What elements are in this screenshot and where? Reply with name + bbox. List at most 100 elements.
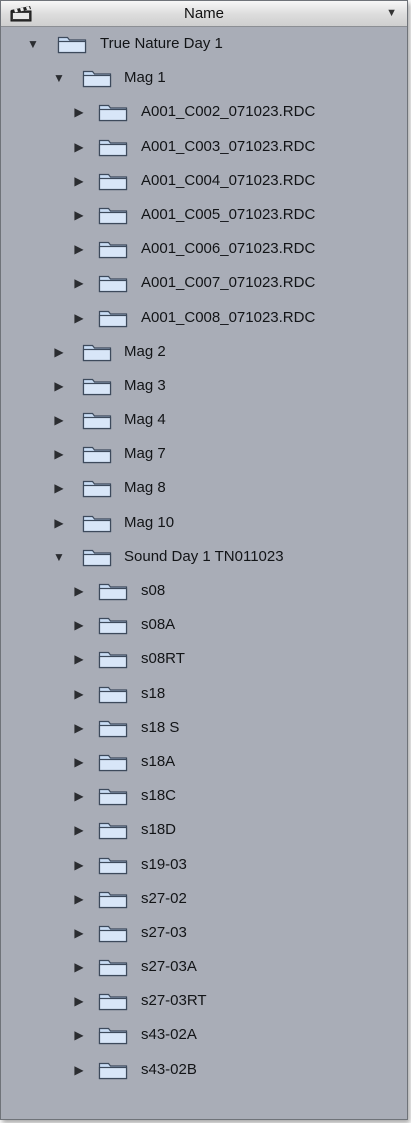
tree-row-label: s27-03A	[141, 958, 197, 976]
disclosure-collapsed-icon[interactable]: ▶	[73, 312, 85, 324]
tree-row[interactable]: ▶ s43-02A	[1, 1018, 407, 1052]
tree-row[interactable]: ▶ s18	[1, 677, 407, 711]
tree-row[interactable]: ▶ A001_C002_071023.RDC	[1, 95, 407, 129]
folder-icon	[98, 1028, 128, 1045]
folder-icon	[82, 71, 112, 88]
name-column-header[interactable]: Name ▼	[1, 1, 407, 27]
tree-row-label: Mag 3	[124, 376, 166, 394]
tree-row[interactable]: ▼ True Nature Day 1	[1, 27, 407, 61]
tree-row[interactable]: ▶ A001_C004_071023.RDC	[1, 164, 407, 198]
tree-row[interactable]: ▶ Mag 2	[1, 335, 407, 369]
tree-row[interactable]: ▶ Mag 8	[1, 471, 407, 505]
tree-row-label: A001_C002_071023.RDC	[141, 103, 316, 121]
disclosure-collapsed-icon[interactable]: ▶	[73, 585, 85, 597]
tree-row[interactable]: ▶ Mag 4	[1, 403, 407, 437]
tree-row-label: s08	[141, 582, 166, 599]
tree-row-label: Mag 4	[124, 411, 166, 429]
disclosure-collapsed-icon[interactable]: ▶	[73, 824, 85, 836]
disclosure-collapsed-icon[interactable]: ▶	[73, 790, 85, 802]
disclosure-collapsed-icon[interactable]: ▶	[73, 175, 85, 187]
disclosure-collapsed-icon[interactable]: ▶	[73, 893, 85, 905]
disclosure-collapsed-icon[interactable]: ▶	[53, 346, 65, 358]
disclosure-collapsed-icon[interactable]: ▶	[73, 277, 85, 289]
file-tree: ▼ True Nature Day 1 ▼ Mag 1 ▶ A001_C002_07102…	[1, 27, 407, 1087]
tree-row-label: s27-03	[141, 923, 187, 941]
folder-icon	[82, 515, 112, 532]
tree-row[interactable]: ▶ Mag 10	[1, 506, 407, 540]
tree-row-label: s18C	[141, 787, 177, 805]
folder-icon	[82, 378, 112, 395]
tree-row-label: s18A	[141, 752, 176, 770]
tree-row-label: A001_C007_071023.RDC	[141, 274, 316, 292]
tree-row[interactable]: ▼ Mag 1	[1, 61, 407, 95]
disclosure-expanded-icon[interactable]: ▼	[53, 72, 65, 84]
tree-row-label: s27-03RT	[141, 992, 207, 1010]
tree-row-label: s18D	[141, 821, 177, 839]
tree-row[interactable]: ▶ s08	[1, 574, 407, 608]
tree-row[interactable]: ▶ s27-03A	[1, 950, 407, 984]
disclosure-collapsed-icon[interactable]: ▶	[73, 619, 85, 631]
folder-icon	[82, 344, 112, 361]
disclosure-collapsed-icon[interactable]: ▶	[73, 106, 85, 118]
tree-row[interactable]: ▶ s18C	[1, 779, 407, 813]
tree-row[interactable]: ▶ s27-03RT	[1, 984, 407, 1018]
disclosure-collapsed-icon[interactable]: ▶	[53, 380, 65, 392]
tree-row[interactable]: ▶ Mag 7	[1, 437, 407, 471]
tree-row[interactable]: ▶ s43-02B	[1, 1053, 407, 1087]
tree-row-label: A001_C008_071023.RDC	[141, 308, 316, 326]
tree-row[interactable]: ▶ A001_C006_071023.RDC	[1, 232, 407, 266]
folder-icon	[98, 686, 128, 703]
tree-row[interactable]: ▶ s27-03	[1, 916, 407, 950]
folder-icon	[98, 1062, 128, 1079]
tree-row[interactable]: ▶ A001_C005_071023.RDC	[1, 198, 407, 232]
tree-row[interactable]: ▶ s27-02	[1, 882, 407, 916]
folder-icon	[98, 583, 128, 601]
folder-icon	[57, 36, 87, 54]
folder-icon	[98, 207, 128, 225]
disclosure-collapsed-icon[interactable]: ▶	[73, 961, 85, 973]
tree-row-label: Sound Day 1 TN011023	[124, 547, 284, 565]
tree-row-label: s27-02	[141, 889, 187, 907]
folder-icon	[98, 139, 128, 156]
tree-row-label: s19-03	[141, 855, 187, 873]
disclosure-collapsed-icon[interactable]: ▶	[73, 243, 85, 255]
disclosure-collapsed-icon[interactable]: ▶	[73, 859, 85, 871]
disclosure-collapsed-icon[interactable]: ▶	[73, 688, 85, 700]
tree-row[interactable]: ▶ A001_C007_071023.RDC	[1, 266, 407, 300]
triangle-down-icon[interactable]: ▼	[386, 1, 397, 26]
tree-row[interactable]: ▼ Sound Day 1 TN011023	[1, 540, 407, 574]
tree-row-label: Mag 2	[124, 342, 166, 360]
disclosure-collapsed-icon[interactable]: ▶	[73, 209, 85, 221]
folder-icon	[98, 789, 128, 806]
tree-row[interactable]: ▶ s18A	[1, 745, 407, 779]
column-title: Name	[183, 5, 224, 22]
tree-row-label: s18	[141, 684, 166, 702]
tree-row-label: Mag 7	[124, 445, 166, 463]
disclosure-collapsed-icon[interactable]: ▶	[53, 482, 65, 494]
tree-row[interactable]: ▶ s18D	[1, 813, 407, 847]
tree-row[interactable]: ▶ A001_C008_071023.RDC	[1, 301, 407, 335]
folder-icon	[98, 720, 128, 737]
tree-row[interactable]: ▶ s08A	[1, 608, 407, 642]
disclosure-collapsed-icon[interactable]: ▶	[53, 517, 65, 529]
disclosure-collapsed-icon[interactable]: ▶	[73, 756, 85, 768]
tree-row[interactable]: ▶ s18 S	[1, 711, 407, 745]
disclosure-collapsed-icon[interactable]: ▶	[73, 653, 85, 665]
tree-row-label: A001_C005_071023.RDC	[141, 205, 316, 223]
folder-icon	[98, 105, 128, 122]
disclosure-collapsed-icon[interactable]: ▶	[53, 414, 65, 426]
disclosure-collapsed-icon[interactable]: ▶	[73, 141, 85, 153]
disclosure-collapsed-icon[interactable]: ▶	[73, 1029, 85, 1041]
tree-row[interactable]: ▶ A001_C003_071023.RDC	[1, 130, 407, 164]
disclosure-expanded-icon[interactable]: ▼	[53, 551, 65, 563]
tree-row[interactable]: ▶ s08RT	[1, 642, 407, 676]
disclosure-collapsed-icon[interactable]: ▶	[73, 995, 85, 1007]
disclosure-expanded-icon[interactable]: ▼	[27, 38, 39, 50]
disclosure-collapsed-icon[interactable]: ▶	[53, 448, 65, 460]
disclosure-collapsed-icon[interactable]: ▶	[73, 722, 85, 734]
disclosure-collapsed-icon[interactable]: ▶	[73, 927, 85, 939]
tree-row[interactable]: ▶ s19-03	[1, 848, 407, 882]
tree-row-label: s43-02B	[141, 1060, 197, 1078]
disclosure-collapsed-icon[interactable]: ▶	[73, 1064, 85, 1076]
tree-row[interactable]: ▶ Mag 3	[1, 369, 407, 403]
